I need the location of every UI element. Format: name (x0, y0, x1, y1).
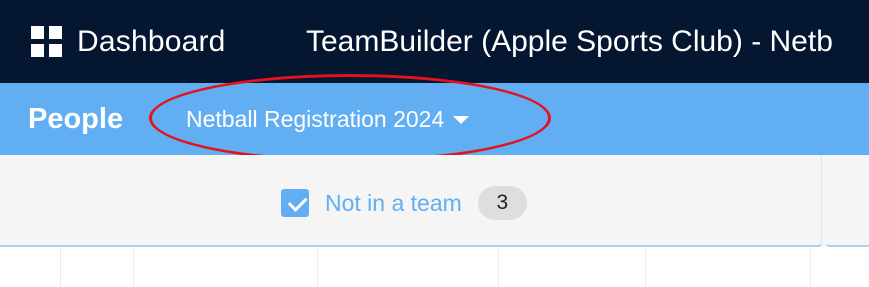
grid-icon (31, 25, 63, 58)
table-column-divider (60, 247, 61, 287)
people-header-bar: People Netball Registration 2024 (0, 83, 869, 155)
not-in-team-checkbox[interactable] (281, 189, 309, 217)
filter-panel-secondary (826, 155, 869, 247)
filter-panel: Not in a team 3 (0, 155, 822, 247)
table-column-divider (810, 247, 811, 287)
event-dropdown-value: Netball Registration 2024 (186, 105, 445, 132)
app-title: TeamBuilder (Apple Sports Club) - Netb (306, 24, 833, 58)
count-badge: 3 (477, 186, 527, 220)
not-in-team-label: Not in a team (325, 189, 462, 216)
not-in-team-filter[interactable]: Not in a team 3 (281, 186, 527, 220)
table-column-divider (498, 247, 499, 287)
table-column-divider (317, 247, 318, 287)
filter-bar: Not in a team 3 (0, 155, 869, 247)
people-table (0, 247, 869, 287)
page-title: People (28, 102, 124, 135)
top-navigation-bar: Dashboard TeamBuilder (Apple Sports Club… (0, 0, 869, 83)
table-column-divider (133, 247, 134, 287)
event-dropdown[interactable]: Netball Registration 2024 (186, 83, 470, 155)
caret-down-icon (453, 116, 470, 124)
dashboard-link[interactable]: Dashboard (0, 0, 226, 83)
table-column-divider (645, 247, 646, 287)
dashboard-label: Dashboard (77, 24, 226, 58)
